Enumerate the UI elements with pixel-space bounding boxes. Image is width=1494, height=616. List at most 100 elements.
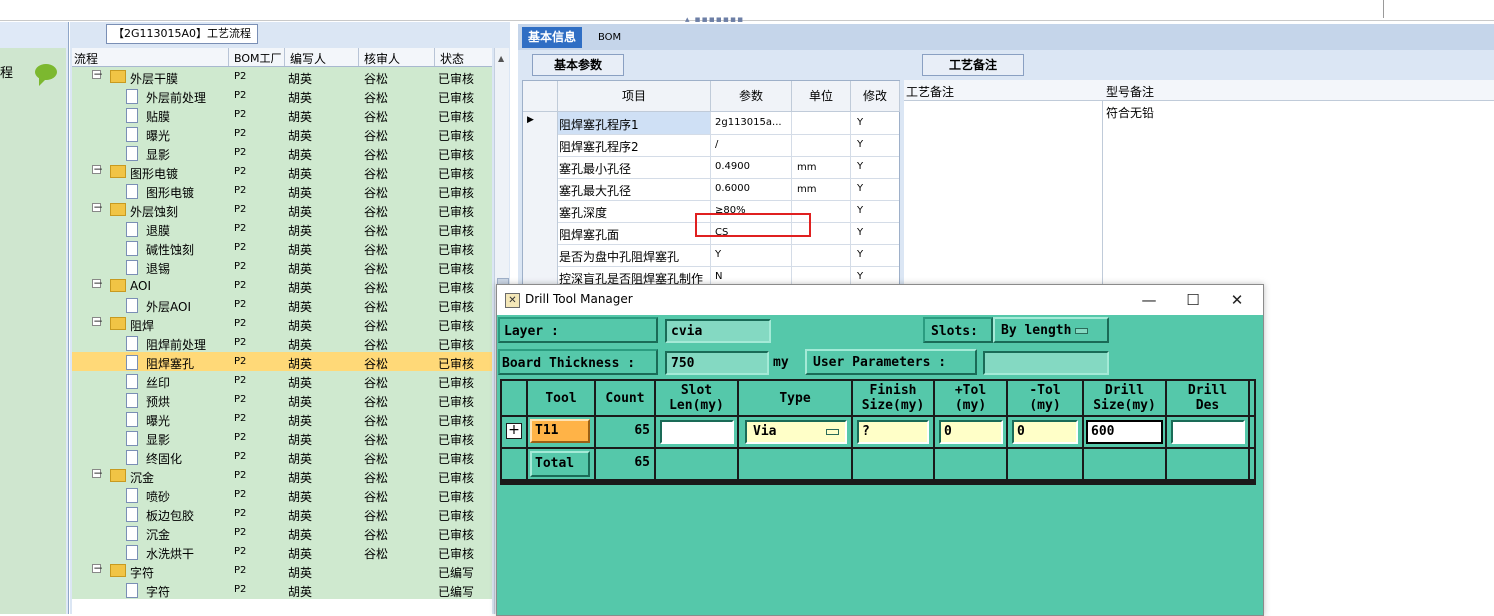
tree-row[interactable]: − 外层蚀刻 P2 胡英 谷松 已审核 xyxy=(72,200,492,219)
col-type[interactable]: Type xyxy=(739,381,851,415)
tree-row[interactable]: − 图形电镀 P2 胡英 谷松 已审核 xyxy=(72,162,492,181)
col-finish-size[interactable]: Finish Size(my) xyxy=(853,381,933,415)
collapse-icon[interactable]: − xyxy=(92,277,103,289)
tree-row[interactable]: 阻焊前处理 P2 胡英 谷松 已审核 xyxy=(72,333,492,352)
param-value[interactable]: 0.6000 xyxy=(715,183,750,194)
plus-tol-input[interactable]: 0 xyxy=(939,420,1003,444)
tab-process-notes[interactable]: 工艺备注 xyxy=(922,54,1024,76)
tree-row[interactable]: 板边包胶 P2 胡英 谷松 已审核 xyxy=(72,504,492,523)
tree-row[interactable]: 终固化 P2 胡英 谷松 已审核 xyxy=(72,447,492,466)
col-minus-tol[interactable]: -Tol (my) xyxy=(1008,381,1082,415)
grid-row[interactable]: 是否为盘中孔阻焊塞孔 Y Y xyxy=(523,244,899,267)
tree-row[interactable]: 外层前处理 P2 胡英 谷松 已审核 xyxy=(72,86,492,105)
tab-basic-info[interactable]: 基本信息 xyxy=(522,27,583,48)
collapse-icon[interactable]: − xyxy=(92,163,103,175)
col-tool[interactable]: Tool xyxy=(528,381,594,415)
tree-row[interactable]: 曝光 P2 胡英 谷松 已审核 xyxy=(72,409,492,428)
param-value[interactable]: N xyxy=(715,271,722,282)
drill-size-input[interactable]: 600 xyxy=(1086,420,1163,444)
thickness-field[interactable]: 750 xyxy=(665,351,769,375)
slots-dropdown[interactable]: By length xyxy=(993,317,1109,343)
grid-col-param[interactable]: 参数 xyxy=(711,81,792,112)
layer-field[interactable]: cvia xyxy=(665,319,771,343)
tree-row[interactable]: 丝印 P2 胡英 谷松 已审核 xyxy=(72,371,492,390)
col-plus-tol[interactable]: +Tol (my) xyxy=(935,381,1006,415)
chat-bubble-icon[interactable] xyxy=(35,64,57,86)
col-bom[interactable]: BOM工厂 xyxy=(234,50,282,66)
expand-icon[interactable]: + xyxy=(506,423,522,439)
tree-row[interactable]: 曝光 P2 胡英 谷松 已审核 xyxy=(72,124,492,143)
grid-col-item[interactable]: 项目 xyxy=(558,81,711,112)
grid-row[interactable]: 塞孔最小孔径 0.4900 mm Y xyxy=(523,156,899,179)
collapse-icon[interactable]: − xyxy=(92,562,103,574)
row-header[interactable]: ▶ xyxy=(523,112,558,134)
slot-len-input[interactable] xyxy=(660,420,734,444)
param-value[interactable]: 2g113015a... xyxy=(715,117,782,128)
tree-row[interactable]: − 阻焊 P2 胡英 谷松 已审核 xyxy=(72,314,492,333)
grid-col-mod[interactable]: 修改 xyxy=(851,81,900,112)
tree-row[interactable]: 退膜 P2 胡英 谷松 已审核 xyxy=(72,219,492,238)
col-slot-len[interactable]: Slot Len(my) xyxy=(656,381,737,415)
tree-row[interactable]: 显影 P2 胡英 谷松 已审核 xyxy=(72,143,492,162)
col-reviewer[interactable]: 核审人 xyxy=(364,50,400,67)
collapse-icon[interactable]: − xyxy=(92,68,103,80)
col-count[interactable]: Count xyxy=(596,381,654,415)
tree-row[interactable]: 字符 P2 胡英 已编写 xyxy=(72,580,492,599)
tree-row[interactable]: − 外层干膜 P2 胡英 谷松 已审核 xyxy=(72,67,492,86)
tree-row[interactable]: − 沉金 P2 胡英 谷松 已审核 xyxy=(72,466,492,485)
col-writer[interactable]: 编写人 xyxy=(290,50,326,67)
type-dropdown[interactable]: Via xyxy=(745,420,847,444)
tree-row[interactable]: 贴膜 P2 胡英 谷松 已审核 xyxy=(72,105,492,124)
row-header[interactable] xyxy=(523,178,558,200)
param-value[interactable]: Y xyxy=(715,249,721,260)
tree-row[interactable]: 预烘 P2 胡英 谷松 已审核 xyxy=(72,390,492,409)
param-value[interactable]: 0.4900 xyxy=(715,161,750,172)
tree-row[interactable]: 外层AOI P2 胡英 谷松 已审核 xyxy=(72,295,492,314)
row-header[interactable] xyxy=(523,156,558,178)
param-item: 阻焊塞孔面 xyxy=(559,228,620,242)
tab-bom[interactable]: BOM xyxy=(592,27,627,48)
tab-basic-params[interactable]: 基本参数 xyxy=(532,54,624,76)
collapse-icon[interactable]: − xyxy=(92,467,103,479)
tree-row[interactable]: − AOI P2 胡英 谷松 已审核 xyxy=(72,276,492,295)
col-process-note[interactable]: 工艺备注 xyxy=(906,83,954,100)
tree-row[interactable]: 碱性蚀刻 P2 胡英 谷松 已审核 xyxy=(72,238,492,257)
minimize-icon[interactable]: — xyxy=(1129,288,1169,312)
user-parameters-field[interactable] xyxy=(983,351,1109,375)
col-flow[interactable]: 流程 xyxy=(74,50,98,67)
dialog-titlebar[interactable]: ✕ Drill Tool Manager — ☐ ✕ xyxy=(497,285,1263,315)
minus-tol-input[interactable]: 0 xyxy=(1012,420,1078,444)
grid-row[interactable]: 塞孔最大孔径 0.6000 mm Y xyxy=(523,178,899,201)
tree-row[interactable]: 水洗烘干 P2 胡英 谷松 已审核 xyxy=(72,542,492,561)
col-status[interactable]: 状态 xyxy=(440,50,464,67)
tree-row[interactable]: 图形电镀 P2 胡英 谷松 已审核 xyxy=(72,181,492,200)
tree-row[interactable]: 喷砂 P2 胡英 谷松 已审核 xyxy=(72,485,492,504)
row-header[interactable] xyxy=(523,222,558,244)
collapse-icon[interactable]: − xyxy=(92,315,103,327)
tree-row[interactable]: − 字符 P2 胡英 已编写 xyxy=(72,561,492,580)
param-value[interactable]: / xyxy=(715,139,718,150)
user-parameters-button[interactable]: User Parameters : xyxy=(805,349,977,375)
grid-row[interactable]: 阻焊塞孔程序2 / Y xyxy=(523,134,899,157)
grid-col-unit[interactable]: 单位 xyxy=(792,81,851,112)
maximize-icon[interactable]: ☐ xyxy=(1173,288,1213,312)
close-icon[interactable]: ✕ xyxy=(1217,288,1257,312)
finish-size-input[interactable]: ? xyxy=(857,420,929,444)
col-drill-size[interactable]: Drill Size(my) xyxy=(1084,381,1165,415)
col-model-note[interactable]: 型号备注 xyxy=(1106,83,1154,100)
tree-row[interactable]: 沉金 P2 胡英 谷松 已审核 xyxy=(72,523,492,542)
tool-button[interactable]: T11 xyxy=(530,419,590,443)
row-header[interactable] xyxy=(523,200,558,222)
col-drill-des[interactable]: Drill Des xyxy=(1167,381,1248,415)
splitter-grip[interactable]: ▴ ▪▪▪▪▪▪▪ xyxy=(685,16,745,25)
collapse-icon[interactable]: − xyxy=(92,201,103,213)
scroll-up-icon[interactable]: ▲ xyxy=(498,54,504,63)
tree-row[interactable]: 退锡 P2 胡英 谷松 已审核 xyxy=(72,257,492,276)
drill-des-input[interactable] xyxy=(1171,420,1245,444)
row-header[interactable] xyxy=(523,134,558,156)
row-header[interactable] xyxy=(523,244,558,266)
total-button[interactable]: Total xyxy=(530,451,590,477)
tree-row-selected[interactable]: 阻焊塞孔 P2 胡英 谷松 已审核 xyxy=(72,352,492,371)
grid-row[interactable]: ▶ 阻焊塞孔程序1 2g113015a... Y xyxy=(523,112,899,135)
tree-row[interactable]: 显影 P2 胡英 谷松 已审核 xyxy=(72,428,492,447)
